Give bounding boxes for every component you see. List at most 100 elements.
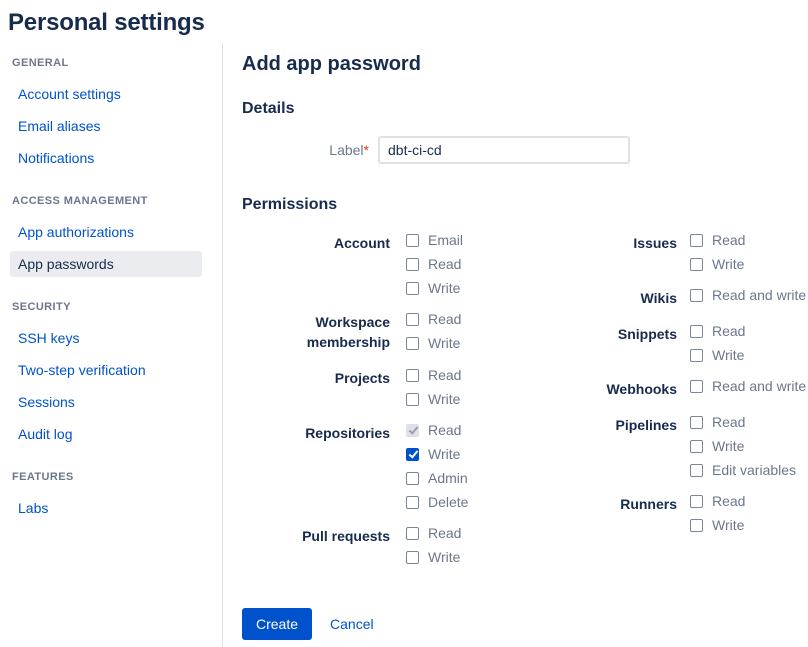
permission-group-snippets: Snippets Read Write [560,323,808,363]
sidebar-item-two-step-verification[interactable]: Two-step verification [10,357,202,383]
sidebar-section-features: FEATURES Labs [10,471,202,521]
sidebar-item-account-settings[interactable]: Account settings [10,81,202,107]
checkbox-label: Read [428,525,461,541]
checkbox-repositories-delete[interactable]: Delete [406,494,560,510]
checkbox-box[interactable] [406,313,419,326]
checkbox-box[interactable] [690,495,703,508]
checkbox-label: Write [428,280,460,296]
checkbox-pipelines-read[interactable]: Read [690,414,808,430]
checkbox-pipelines-write[interactable]: Write [690,438,808,454]
checkbox-account-read[interactable]: Read [406,256,560,272]
checkbox-snippets-read[interactable]: Read [690,323,808,339]
checkbox-repositories-read: Read [406,422,560,438]
checkbox-label: Write [712,438,744,454]
checkbox-pipelines-edit-variables[interactable]: Edit variables [690,462,808,478]
checkbox-label: Read [712,493,745,509]
checkbox-projects-write[interactable]: Write [406,391,560,407]
permissions-column-left: Account Email Read [242,232,560,580]
checkbox-label: Email [428,232,463,248]
checkbox-label: Write [428,446,460,462]
label-input[interactable] [378,136,630,164]
permissions-heading: Permissions [242,196,808,214]
checkbox-box[interactable] [406,337,419,350]
permission-group-webhooks: Webhooks Read and write [560,378,808,399]
checkbox-snippets-write[interactable]: Write [690,347,808,363]
checkbox-wikis-read-and-write[interactable]: Read and write [690,287,808,303]
content-row: GENERAL Account settings Email aliases N… [0,43,808,647]
checkbox-workspace-membership-read[interactable]: Read [406,311,560,327]
checkbox-box[interactable] [690,234,703,247]
checkbox-box[interactable] [406,393,419,406]
sidebar-item-ssh-keys[interactable]: SSH keys [10,325,202,351]
cancel-link[interactable]: Cancel [330,616,374,632]
checkbox-runners-write[interactable]: Write [690,517,808,533]
sidebar-item-email-aliases[interactable]: Email aliases [10,113,202,139]
permissions-column-right: Issues Read Write [560,232,808,580]
checkbox-label: Write [712,347,744,363]
checkbox-label: Read [712,414,745,430]
checkbox-issues-read[interactable]: Read [690,232,808,248]
checkbox-box[interactable] [690,325,703,338]
checkbox-runners-read[interactable]: Read [690,493,808,509]
permission-group-label: Webhooks [560,378,677,399]
label-field-row: Label* [242,136,808,164]
checkbox-box[interactable] [690,519,703,532]
checkbox-label: Read [712,323,745,339]
checkbox-box[interactable] [690,289,703,302]
permission-group-label: Projects [242,367,390,407]
checkbox-box[interactable] [406,496,419,509]
checkbox-label: Read [712,232,745,248]
sidebar-item-app-passwords[interactable]: App passwords [10,251,202,277]
checkbox-label: Admin [428,470,468,486]
permission-group-label: Snippets [560,323,677,363]
checkbox-box[interactable] [406,234,419,247]
form-actions: Create Cancel [242,608,808,640]
checkbox-account-email[interactable]: Email [406,232,560,248]
permissions-columns: Account Email Read [242,232,808,580]
checkbox-box[interactable] [406,258,419,271]
sidebar-item-notifications[interactable]: Notifications [10,145,202,171]
details-section: Details Label* [242,100,808,164]
checkbox-box[interactable] [406,282,419,295]
checkbox-repositories-admin[interactable]: Admin [406,470,560,486]
checkbox-box[interactable] [406,551,419,564]
permission-group-label: Account [242,232,390,296]
checkbox-pull-requests-write[interactable]: Write [406,549,560,565]
checkbox-box[interactable] [690,349,703,362]
checkbox-box[interactable] [690,380,703,393]
sidebar-section-access-management: ACCESS MANAGEMENT App authorizations App… [10,195,202,277]
checkbox-projects-read[interactable]: Read [406,367,560,383]
checkbox-box[interactable] [690,464,703,477]
create-button[interactable]: Create [242,608,312,640]
required-asterisk: * [364,142,369,158]
checkbox-account-write[interactable]: Write [406,280,560,296]
label-field-label: Label* [242,142,378,158]
checkbox-box[interactable] [406,369,419,382]
checkbox-repositories-write[interactable]: Write [406,446,560,462]
checkbox-workspace-membership-write[interactable]: Write [406,335,560,351]
sidebar-section-general: GENERAL Account settings Email aliases N… [10,57,202,171]
checkbox-box [406,424,419,437]
checkbox-box[interactable] [406,472,419,485]
checkbox-box[interactable] [690,440,703,453]
sidebar-header-features: FEATURES [12,471,202,483]
checkbox-issues-write[interactable]: Write [690,256,808,272]
sidebar-item-sessions[interactable]: Sessions [10,389,202,415]
permission-group-workspace-membership: Workspace membership Read Write [242,311,560,352]
checkbox-label: Delete [428,494,468,510]
checkbox-box[interactable] [690,416,703,429]
checkbox-box[interactable] [406,527,419,540]
sidebar-item-audit-log[interactable]: Audit log [10,421,202,447]
checkbox-box[interactable] [406,448,419,461]
checkbox-pull-requests-read[interactable]: Read [406,525,560,541]
permission-group-label: Repositories [242,422,390,510]
checkbox-webhooks-read-and-write[interactable]: Read and write [690,378,808,394]
sidebar-item-app-authorizations[interactable]: App authorizations [10,219,202,245]
sidebar-header-general: GENERAL [12,57,202,69]
main-content: Add app password Details Label* Permissi… [223,43,808,647]
checkbox-box[interactable] [690,258,703,271]
permission-group-issues: Issues Read Write [560,232,808,272]
checkbox-label: Read and write [712,378,806,394]
checkbox-label: Write [712,256,744,272]
sidebar-item-labs[interactable]: Labs [10,495,202,521]
